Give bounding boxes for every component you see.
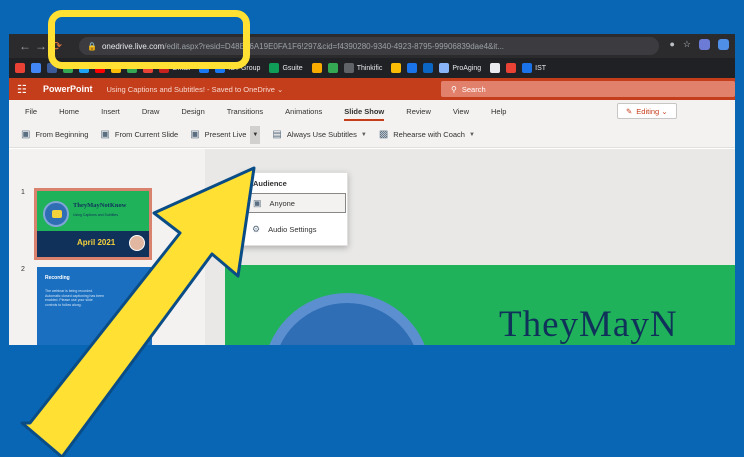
pointer-arrow-icon: [20, 166, 256, 457]
